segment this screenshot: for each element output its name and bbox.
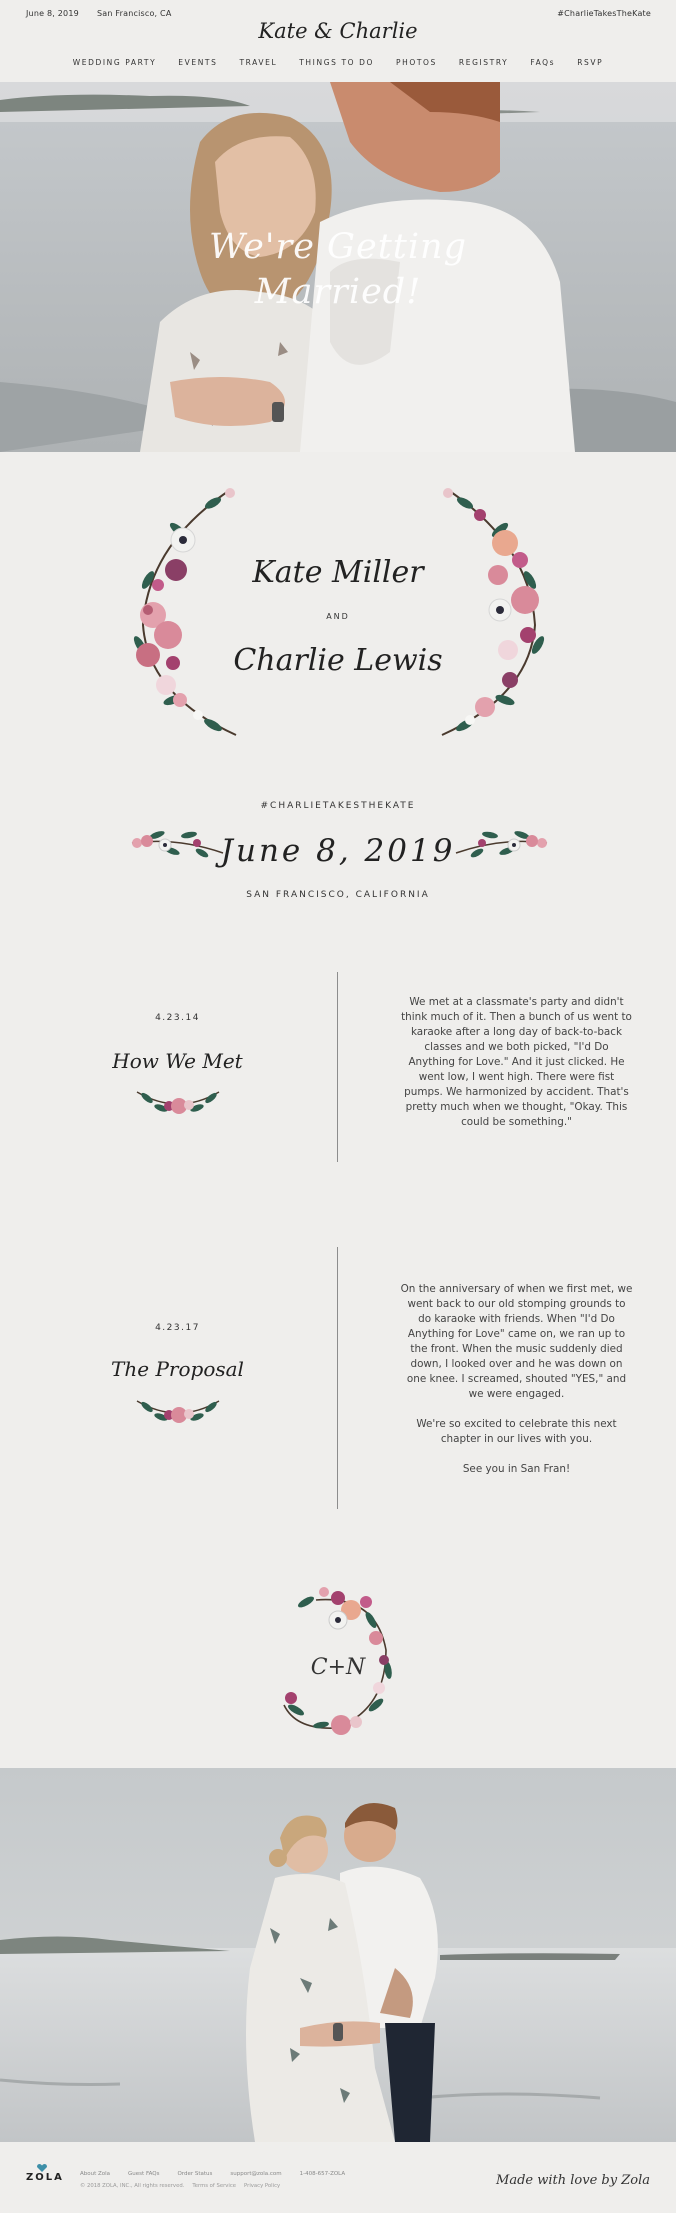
bride-name: Kate Miller	[252, 555, 424, 590]
nav-photos[interactable]: PHOTOS	[396, 58, 437, 67]
story-text: On the anniversary of when we first met,…	[400, 1282, 633, 1492]
nav-registry[interactable]: REGISTRY	[459, 58, 508, 67]
footer-legal: © 2018 ZOLA, INC., All rights reserved. …	[80, 2183, 288, 2189]
copyright-text: © 2018 ZOLA, INC., All rights reserved.	[80, 2183, 185, 2189]
story-text: We met at a classmate's party and didn't…	[400, 995, 633, 1145]
nav-faqs[interactable]: FAQs	[530, 58, 555, 67]
hero-heading-line-1: We're Getting	[209, 227, 467, 267]
wedding-date: June 8, 2019	[220, 833, 456, 869]
header-location: San Francisco, CA	[97, 9, 172, 18]
footer-link-about[interactable]: About Zola	[80, 2171, 110, 2177]
story-paragraph: We're so excited to celebrate this next …	[416, 1418, 617, 1445]
and-connector: AND	[326, 612, 350, 621]
event-hashtag: #CHARLIETAKESTHEKATE	[260, 801, 416, 811]
beach-photo	[0, 1768, 676, 2142]
header-hashtag: #CharlieTakesTheKate	[557, 9, 651, 18]
nav-rsvp[interactable]: RSVP	[577, 58, 603, 67]
terms-link[interactable]: Terms of Service	[192, 2183, 236, 2189]
site-title[interactable]: Kate & Charlie	[0, 19, 676, 43]
story-paragraph: On the anniversary of when we first met,…	[400, 1283, 633, 1400]
story-how-we-met: 4.23.14 How We Met We met at a classmate…	[0, 972, 676, 1162]
zola-logo[interactable]: ZOLA	[26, 2172, 64, 2183]
couple-monogram: C+N	[310, 1655, 366, 1680]
story-the-proposal: 4.23.17 The Proposal On the anniversary …	[0, 1247, 676, 1509]
nav-wedding-party[interactable]: WEDDING PARTY	[73, 58, 157, 67]
story-title: How We Met	[112, 1049, 243, 1073]
hero-photo: We're Getting Married!	[0, 82, 676, 452]
floral-garland-icon	[136, 1091, 220, 1114]
nav-travel[interactable]: TRAVEL	[239, 58, 277, 67]
couple-embrace-image	[0, 82, 676, 452]
story-divider	[337, 1247, 338, 1509]
site-header: June 8, 2019 San Francisco, CA #CharlieT…	[0, 0, 676, 82]
site-footer: ZOLA About Zola Guest FAQs Order Status …	[0, 2142, 676, 2213]
floral-garland-icon	[136, 1400, 220, 1423]
story-paragraph: See you in San Fran!	[462, 1463, 571, 1475]
made-with-love-tagline[interactable]: Made with love by Zola	[496, 2173, 650, 2188]
hero-heading-line-2: Married!	[254, 272, 422, 312]
privacy-link[interactable]: Privacy Policy	[244, 2183, 280, 2189]
footer-link-support-email[interactable]: support@zola.com	[230, 2171, 281, 2177]
story-title: The Proposal	[111, 1357, 244, 1381]
story-paragraph: We met at a classmate's party and didn't…	[401, 996, 632, 1128]
couple-kiss-image	[0, 1768, 676, 2142]
nav-events[interactable]: EVENTS	[178, 58, 217, 67]
story-date: 4.23.14	[155, 1013, 200, 1023]
story-date: 4.23.17	[155, 1323, 200, 1333]
header-date: June 8, 2019	[26, 9, 79, 18]
zola-heart-icon	[37, 2164, 47, 2172]
footer-link-phone[interactable]: 1-408-657-ZOLA	[300, 2171, 346, 2177]
footer-link-order-status[interactable]: Order Status	[177, 2171, 212, 2177]
nav-things-to-do[interactable]: THINGS TO DO	[299, 58, 374, 67]
groom-name: Charlie Lewis	[233, 643, 443, 678]
footer-link-guest-faqs[interactable]: Guest FAQs	[128, 2171, 159, 2177]
story-divider	[337, 972, 338, 1162]
main-nav: WEDDING PARTY EVENTS TRAVEL THINGS TO DO…	[0, 58, 676, 67]
footer-links: About Zola Guest FAQs Order Status suppo…	[80, 2171, 363, 2177]
wedding-city: SAN FRANCISCO, CALIFORNIA	[246, 890, 430, 900]
